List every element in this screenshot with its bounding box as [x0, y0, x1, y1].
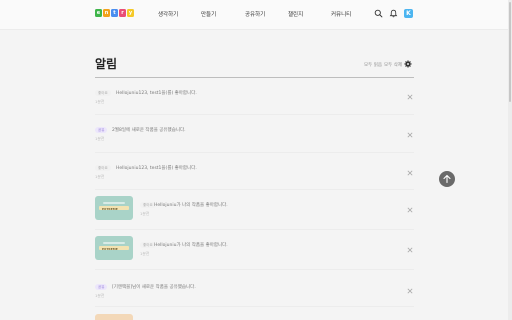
close-icon[interactable] [407, 132, 413, 138]
close-icon[interactable] [407, 207, 413, 213]
nav-make[interactable]: 만들기 [201, 10, 216, 18]
notification-time: 1분전 [95, 293, 105, 298]
notification-message: Hellojuniu123, test1을(를) 좋아합니다. [116, 166, 197, 171]
arrow-up-icon [443, 174, 451, 184]
notification-message: Hellojuniu가 나의 작품을 좋아합니다. [154, 203, 228, 208]
project-thumbnail[interactable]: EXTREME [95, 236, 133, 260]
thumbnail-decoration [103, 202, 125, 204]
close-icon[interactable] [407, 247, 413, 253]
close-icon[interactable] [407, 170, 413, 176]
close-icon[interactable] [407, 288, 413, 294]
page-title: 알림 [95, 57, 118, 71]
logo-letter: e [95, 9, 102, 17]
avatar[interactable]: K [404, 9, 413, 18]
scroll-to-top-button[interactable] [439, 171, 455, 187]
notification-item[interactable]: EXTREME 좋아요 Hellojuniu가 나의 작품을 좋아합니다. 1분… [95, 190, 414, 230]
entry-logo[interactable]: e n t r y [95, 9, 134, 17]
nav-challenge[interactable]: 챌린지 [288, 10, 303, 18]
notification-time: 1분전 [95, 174, 105, 179]
thumbnail-decoration [103, 242, 125, 244]
notification-time: 1분전 [95, 136, 105, 141]
notification-type-badge: 공유 [95, 284, 108, 290]
delete-all-button[interactable]: 모두 삭제 [384, 62, 402, 68]
notification-message: Hellojuniu가 나의 작품을 좋아합니다. [154, 243, 228, 248]
gear-icon[interactable] [404, 60, 412, 68]
mark-all-read-button[interactable]: 모두 읽음 [364, 62, 382, 68]
notification-type-badge: 좋아요 [95, 165, 111, 171]
notification-message: Hellojuniu123, test1을(를) 좋아합니다. [116, 91, 197, 96]
notification-time: 1분전 [95, 99, 105, 104]
nav-community[interactable]: 커뮤니티 [331, 10, 351, 18]
bell-icon[interactable] [389, 9, 398, 18]
logo-letter: t [111, 9, 118, 17]
notification-item[interactable]: EXTREME 좋아요 Hellojuniu가 나의 작품을 좋아합니다. 1분… [95, 230, 414, 270]
notification-item[interactable]: 좋아요 Hellojuniu123, test1을(를) 좋아합니다. 1분전 [95, 153, 414, 190]
search-icon[interactable] [374, 9, 383, 18]
close-icon[interactable] [407, 94, 413, 100]
notification-type-badge: 공유 [95, 127, 108, 133]
notifications-page: e n t r y 생각하기 만들기 공유하기 챌린지 커뮤니티 K 알림 모두… [0, 0, 512, 320]
notification-item[interactable]: 공유 2월8일에 새로운 작품을 공유했습니다. 1분전 [95, 115, 414, 153]
notification-time: 1분전 [140, 211, 150, 216]
nav-share[interactable]: 공유하기 [245, 10, 265, 18]
notification-time: 1분전 [140, 251, 150, 256]
notification-message: [기엔땍블]님이 새로운 작품을 공유했습니다. [112, 285, 196, 290]
thumbnail-label: EXTREME [102, 246, 118, 251]
scrollbar-thumb[interactable] [509, 2, 511, 102]
notification-type-badge: 좋아요 [95, 90, 111, 96]
notification-item[interactable]: 공유 [기엔땍블]님이 새로운 작품을 공유했습니다. 1분전 [95, 270, 414, 307]
notification-item[interactable]: 좋아요 Hellojuniu123, test1을(를) 좋아합니다. 1분전 [95, 78, 414, 115]
top-header: e n t r y 생각하기 만들기 공유하기 챌린지 커뮤니티 K [0, 0, 512, 30]
nav-think[interactable]: 생각하기 [158, 10, 178, 18]
thumbnail-label: EXTREME [102, 206, 118, 211]
logo-letter: r [119, 9, 126, 17]
project-thumbnail[interactable]: EXTREME [95, 196, 133, 220]
notification-message: 2월8일에 새로운 작품을 공유했습니다. [112, 128, 186, 133]
logo-letter: n [103, 9, 110, 17]
project-thumbnail[interactable] [95, 314, 133, 320]
logo-letter: y [127, 9, 134, 17]
